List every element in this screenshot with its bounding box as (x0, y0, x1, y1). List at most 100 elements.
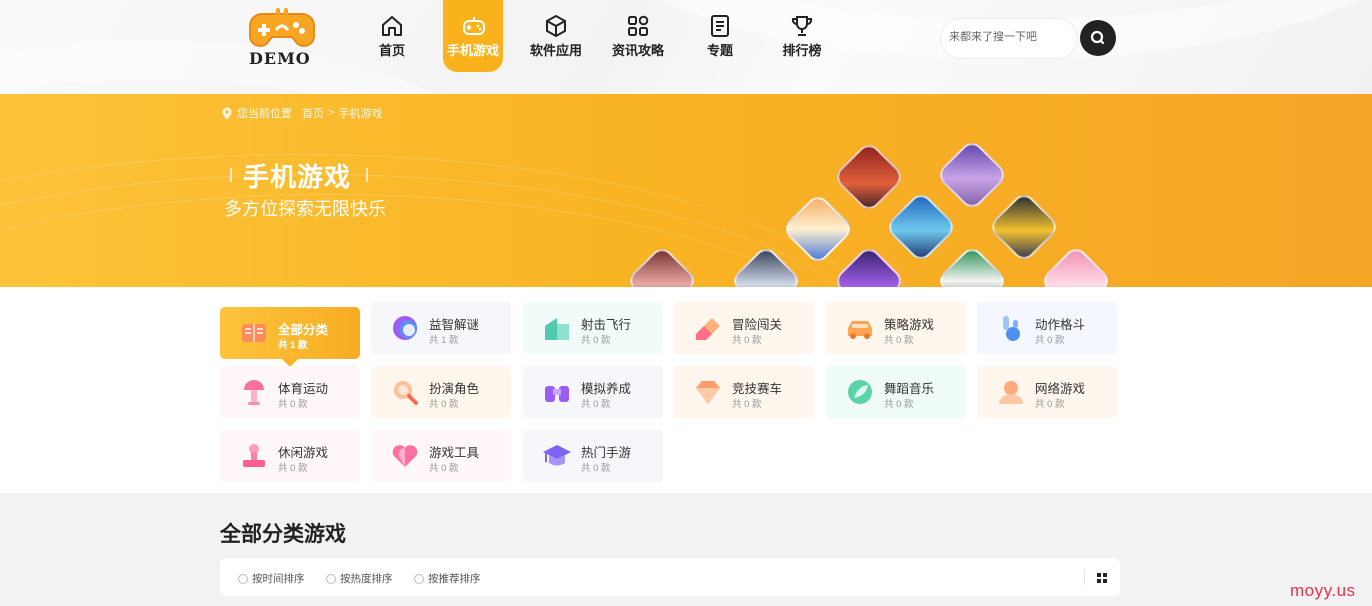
radio-icon (238, 573, 248, 584)
category-name: 休闲游戏 (278, 446, 329, 460)
category-sports[interactable]: 体育运动 共 0 款 (220, 366, 360, 418)
lamp-icon (244, 380, 264, 405)
radio-icon (414, 573, 424, 584)
category-count: 共 0 款 (581, 463, 611, 474)
category-puzzle[interactable]: 益智解谜 共 1 款 (371, 302, 511, 354)
trophy-icon (791, 16, 813, 36)
sort-by-time[interactable]: 按时间排序 (238, 571, 305, 586)
category-count: 共 0 款 (1035, 335, 1065, 346)
nav-news-guides[interactable]: 资讯攻略 (607, 0, 669, 72)
category-name: 全部分类 (278, 323, 329, 337)
category-online[interactable]: 网络游戏 共 0 款 (977, 366, 1117, 418)
category-count: 共 0 款 (581, 335, 611, 346)
category-name: 冒险闯关 (732, 318, 783, 332)
grid-icon (628, 15, 649, 36)
category-racing[interactable]: 竞技赛车 共 0 款 (674, 366, 814, 418)
graduation-cap-icon (543, 445, 571, 466)
banner-title: 手机游戏 (243, 162, 352, 192)
location-pin-icon (222, 107, 232, 119)
sort-bar: 按时间排序 按热度排序 按推荐排序 (220, 558, 1120, 596)
category-adventure[interactable]: 冒险闯关 共 0 款 (674, 302, 814, 354)
nav-home[interactable]: 首页 (361, 0, 423, 72)
stamp-icon (243, 444, 265, 467)
category-count: 共 0 款 (884, 399, 914, 410)
breadcrumb: 您当前位置 首页 > 手机游戏 (221, 105, 382, 121)
category-name: 舞蹈音乐 (884, 382, 935, 396)
category-count: 共 0 款 (429, 463, 459, 474)
gamepad-icon (463, 17, 485, 35)
divider (1084, 569, 1085, 585)
sort-label: 按时间排序 (252, 573, 305, 585)
category-shooting[interactable]: 射击飞行 共 0 款 (523, 302, 663, 354)
game-art-tile (935, 138, 1009, 212)
binoculars-icon (545, 386, 569, 402)
breadcrumb-prefix: 您当前位置 (237, 108, 292, 120)
joystick-icon (1003, 316, 1020, 341)
grid-view-icon[interactable] (1096, 572, 1108, 584)
category-casual[interactable]: 休闲游戏 共 0 款 (220, 430, 360, 482)
category-name: 益智解谜 (429, 318, 480, 332)
nav-software-apps[interactable]: 软件应用 (525, 0, 587, 72)
category-all[interactable]: 全部分类 共 1 款 (220, 307, 360, 367)
category-count: 共 0 款 (429, 399, 459, 410)
nav-mobile-games-label: 手机游戏 (446, 43, 499, 58)
category-banner: 您当前位置 首页 > 手机游戏 手机游戏 多方位探索无限快乐 (0, 94, 1372, 287)
category-count: 共 0 款 (884, 335, 914, 346)
category-simulation[interactable]: 模拟养成 共 0 款 (523, 366, 663, 418)
breadcrumb-current: 手机游戏 (338, 108, 383, 120)
sort-label: 按推荐排序 (428, 573, 481, 585)
category-name: 体育运动 (278, 382, 329, 396)
category-name: 模拟养成 (581, 382, 632, 396)
nav-topics-label: 专题 (706, 43, 733, 58)
radio-icon (326, 573, 336, 584)
nav-mobile-games[interactable]: 手机游戏 (443, 0, 503, 72)
nav-rankings-label: 排行榜 (782, 43, 822, 58)
category-game-tools[interactable]: 游戏工具 共 0 款 (371, 430, 511, 482)
search-button[interactable] (1080, 20, 1116, 56)
user-icon (999, 381, 1023, 404)
sort-by-recommended[interactable]: 按推荐排序 (414, 571, 481, 586)
category-strategy[interactable]: 策略游戏 共 0 款 (826, 302, 966, 354)
document-icon (711, 15, 729, 37)
category-count: 共 1 款 (429, 335, 459, 346)
nav-topics[interactable]: 专题 (689, 0, 751, 72)
category-name: 游戏工具 (429, 446, 480, 460)
breadcrumb-separator: > (328, 107, 335, 119)
category-name: 策略游戏 (884, 318, 935, 332)
game-art-tile (832, 140, 906, 214)
home-icon (382, 16, 402, 36)
category-hot-games[interactable]: 热门手游 共 0 款 (523, 430, 663, 482)
diamond-icon (696, 381, 720, 404)
sort-by-popularity[interactable]: 按热度排序 (326, 571, 393, 586)
puzzle-orb-icon (393, 316, 417, 340)
category-name: 扮演角色 (429, 382, 480, 396)
search-input[interactable] (949, 31, 1069, 43)
category-name: 网络游戏 (1035, 382, 1086, 396)
title-bar-left (230, 168, 232, 182)
game-art-tile (884, 190, 958, 264)
building-icon (545, 318, 569, 340)
category-action[interactable]: 动作格斗 共 0 款 (977, 302, 1117, 354)
category-count: 共 1 款 (278, 340, 308, 351)
category-dance-music[interactable]: 舞蹈音乐 共 0 款 (826, 366, 966, 418)
heart-icon (392, 445, 418, 467)
game-art-tile (832, 244, 906, 287)
sort-label: 按热度排序 (340, 573, 393, 585)
magnifier-icon (394, 381, 418, 405)
nav-rankings[interactable]: 排行榜 (771, 0, 833, 72)
category-name: 竞技赛车 (732, 382, 783, 396)
watermark: moyy.us (1290, 581, 1356, 600)
category-count: 共 0 款 (732, 399, 762, 410)
nav-home-label: 首页 (378, 43, 405, 58)
game-art-tile (1039, 244, 1113, 287)
category-count: 共 0 款 (278, 399, 308, 410)
book-icon (242, 324, 266, 342)
leaf-icon (848, 380, 872, 404)
logo-text[interactable]: DEMO (249, 49, 311, 68)
title-bar-right (366, 168, 368, 182)
site-header: DEMO 首页 手机游戏 软件应用 资讯攻略 专题 排行榜 来都来了搜一下吧 (0, 0, 1372, 94)
category-count: 共 0 款 (732, 335, 762, 346)
category-roleplay[interactable]: 扮演角色 共 0 款 (371, 366, 511, 418)
breadcrumb-home-link[interactable]: 首页 (302, 105, 324, 121)
category-panel: 全部分类 共 1 款 益智解谜 共 1 款 射击飞行 共 0 款 冒险闯关 共 … (0, 287, 1372, 493)
